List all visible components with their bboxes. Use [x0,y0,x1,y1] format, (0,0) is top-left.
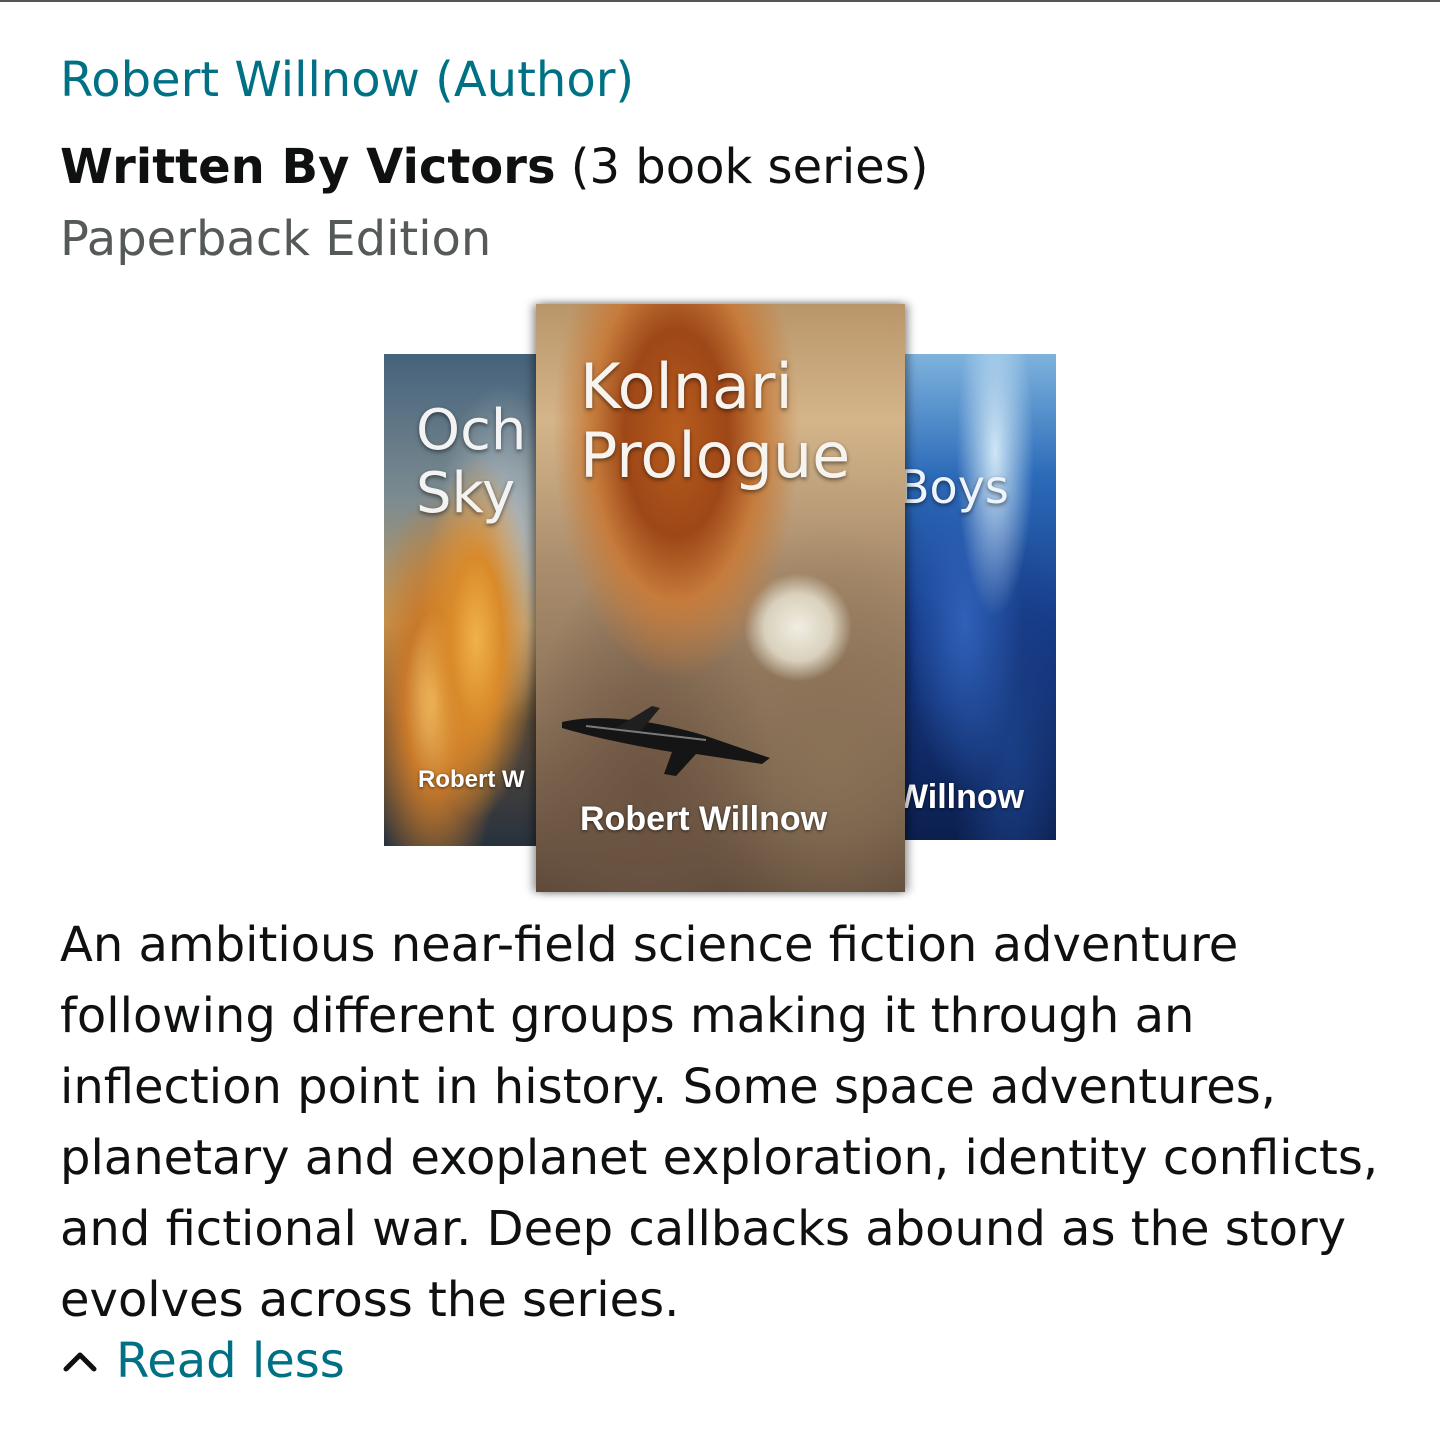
cover-title: Boys [904,460,1009,514]
series-heading: Written By Victors (3 book series) [60,139,928,195]
edition-label: Paperback Edition [60,211,492,267]
series-count: (3 book series) [555,139,929,195]
spaceship-illustration [562,706,770,776]
read-less-toggle[interactable]: Read less [60,1333,345,1389]
cover-author: Robert Willnow [580,800,828,838]
cover-author: Willnow [904,778,1025,816]
series-description: An ambitious near-field science fiction … [60,917,1379,1328]
author-link[interactable]: Robert Willnow (Author) [60,52,634,108]
series-cover-stack[interactable]: Och Sky Robert W Boys Willnow Kolnari Pr… [384,304,1056,892]
cover-title: Och Sky [416,398,527,526]
cover-author: Robert W [418,766,525,793]
book-cover-right[interactable]: Boys Willnow [904,354,1056,840]
chevron-up-icon [63,1352,97,1372]
read-less-label[interactable]: Read less [116,1333,345,1389]
cover-title: Kolnari Prologue [580,350,851,493]
book-cover-center[interactable]: Kolnari Prologue Robert Willnow [536,304,905,892]
book-cover-left[interactable]: Och Sky Robert W [384,354,552,846]
top-divider [0,0,1440,2]
series-name[interactable]: Written By Victors [60,139,556,195]
